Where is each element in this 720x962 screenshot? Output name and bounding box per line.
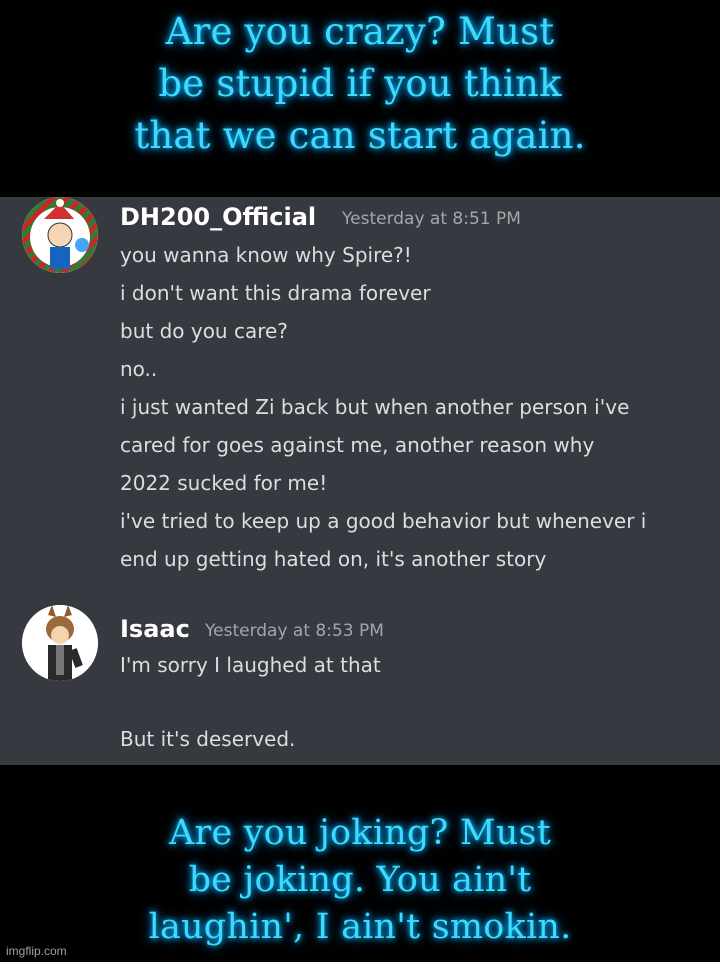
avatar[interactable] xyxy=(22,197,98,273)
bottom-caption-line: laughin', I ain't smokin. xyxy=(148,907,572,947)
message-line: i've tried to keep up a good behavior bu… xyxy=(120,509,647,533)
timestamp: Yesterday at 8:51 PM xyxy=(342,209,521,229)
bottom-caption-line: Are you joking? Must xyxy=(169,813,551,853)
message-line: But it's deserved. xyxy=(120,727,296,751)
message-line: no.. xyxy=(120,357,158,381)
user-avatar-icon xyxy=(22,197,98,273)
top-caption: Are you crazy? Must be stupid if you thi… xyxy=(0,6,720,162)
watermark: imgflip.com xyxy=(6,944,67,958)
bottom-caption-line: be joking. You ain't xyxy=(188,860,532,900)
message-line: but do you care? xyxy=(120,319,288,343)
message-line: i just wanted Zi back but when another p… xyxy=(120,395,630,419)
username[interactable]: DH200_Official xyxy=(120,203,316,231)
chat-screenshot: DH200_Official Yesterday at 8:51 PM you … xyxy=(0,197,720,765)
message-line: I'm sorry I laughed at that xyxy=(120,653,381,677)
top-caption-line: be stupid if you think xyxy=(158,62,562,105)
timestamp: Yesterday at 8:53 PM xyxy=(205,621,384,641)
top-caption-line: that we can start again. xyxy=(134,114,586,157)
top-caption-line: Are you crazy? Must xyxy=(165,10,555,53)
user-avatar-icon xyxy=(22,605,98,681)
message-line: end up getting hated on, it's another st… xyxy=(120,547,547,571)
message-line: cared for goes against me, another reaso… xyxy=(120,433,595,457)
avatar[interactable] xyxy=(22,605,98,681)
bottom-caption: Are you joking? Must be joking. You ain'… xyxy=(0,810,720,951)
message-line: 2022 sucked for me! xyxy=(120,471,328,495)
message-line: you wanna know why Spire?! xyxy=(120,243,412,267)
message-line: i don't want this drama forever xyxy=(120,281,431,305)
username[interactable]: Isaac xyxy=(120,615,190,643)
